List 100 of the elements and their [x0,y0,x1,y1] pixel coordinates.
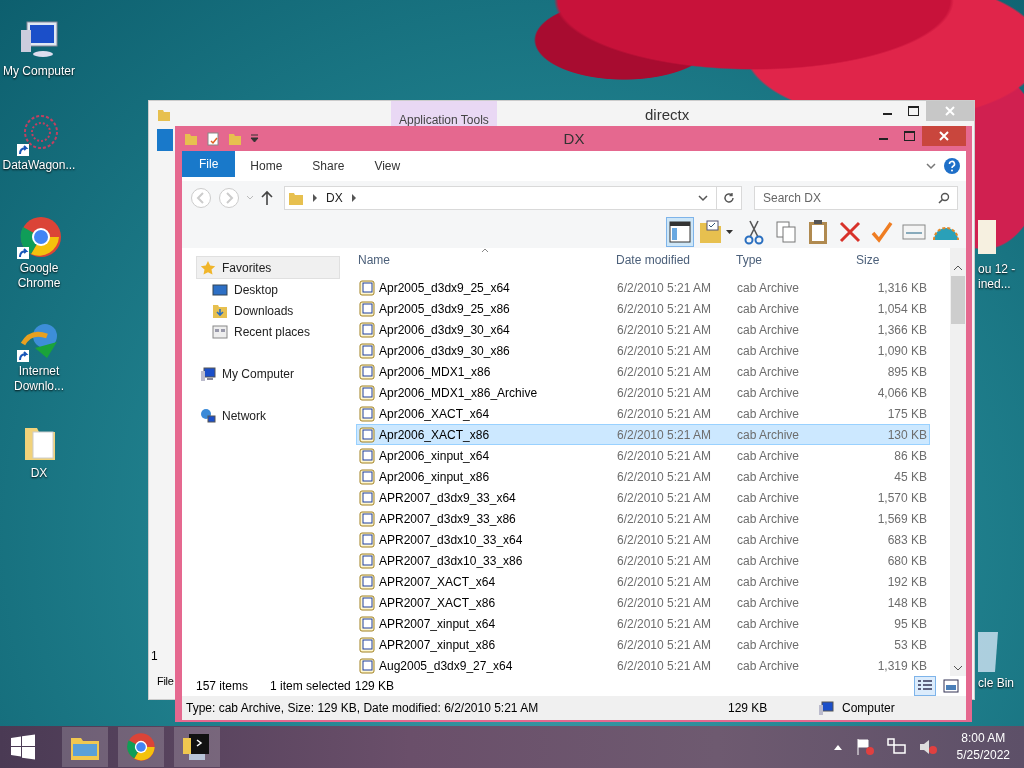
cab-file-icon [359,574,375,590]
file-menu-button[interactable]: File [182,151,236,178]
chevron-down-icon[interactable] [698,194,708,203]
file-row[interactable]: Apr2006_MDX1_x86_Archive 6/2/2010 5:21 AM cab Archive 4,066 KB [356,382,930,404]
nav-item[interactable]: My Computer [196,363,340,385]
date-cell-text: 6/2/2010 5:21 AM [617,302,713,316]
file-row[interactable]: Aug2005_d3dx9_27_x64 6/2/2010 5:21 AM cab Archive 1,319 KB [356,655,930,677]
column-header[interactable]: Date modified [616,253,736,268]
type-cell-text: cab Archive [737,491,801,505]
desktop-icon-label[interactable]: My Computer [0,64,78,79]
chrome-icon[interactable] [17,215,61,259]
search-icon[interactable] [938,192,950,205]
chevron-right-icon[interactable] [312,194,318,203]
close-button[interactable] [922,126,966,146]
nav-item[interactable]: Desktop [182,279,340,301]
size-cell-text: 1,570 KB [876,491,927,505]
size-cell-text: 95 KB [893,617,927,631]
file-row[interactable]: Apr2006_XACT_x86 6/2/2010 5:21 AM cab Archive 130 KB [356,424,930,446]
terminal-button[interactable] [174,727,220,767]
ribbon-tab[interactable]: View [359,151,416,182]
type-cell-text: cab Archive [737,512,801,526]
size-text: 129 KB [728,701,769,716]
file-row[interactable]: Apr2006_d3dx9_30_x86 6/2/2010 5:21 AM cab Archive 1,090 KB [356,340,930,362]
start-button[interactable] [10,734,36,760]
column-header[interactable]: Size [856,253,926,268]
date-cell-text: 6/2/2010 5:21 AM [617,533,713,547]
vertical-scrollbar[interactable] [950,248,966,677]
shortcut-arrow-icon [17,247,29,259]
up-arrow-icon[interactable] [260,190,274,207]
file-name: APR2007_d3dx9_33_x64 [379,491,516,505]
file-row[interactable]: Apr2006_XACT_x64 6/2/2010 5:21 AM cab Archive 175 KB [356,403,930,425]
size-cell-text: 1,319 KB [876,659,927,673]
file-name: APR2007_d3dx10_33_x64 [379,533,523,547]
file-row[interactable]: APR2007_d3dx9_33_x64 6/2/2010 5:21 AM cab Archive 1,570 KB [356,487,930,509]
type-cell-text: cab Archive [737,617,801,631]
desktop-icon-label[interactable]: Google Chrome [0,261,78,291]
ribbon-tab[interactable]: Share [297,151,360,182]
file-name: Apr2006_MDX1_x86 [379,365,491,379]
help-icon[interactable] [944,158,960,175]
breadcrumb[interactable]: DX [326,191,343,206]
nav-item[interactable]: Network [196,405,340,427]
file-explorer-button[interactable] [62,727,108,767]
file-row[interactable]: Apr2005_d3dx9_25_x86 6/2/2010 5:21 AM cab Archive 1,054 KB [356,298,930,320]
selection-text: 1 item selected [270,679,351,694]
show-hidden-icons-button[interactable] [832,744,843,750]
scrollbar-thumb[interactable] [951,276,965,325]
file-row[interactable]: Apr2006_MDX1_x86 6/2/2010 5:21 AM cab Archive 895 KB [356,361,930,383]
file-row[interactable]: APR2007_d3dx9_33_x86 6/2/2010 5:21 AM cab Archive 1,569 KB [356,508,930,530]
scroll-down-icon[interactable] [953,664,963,673]
ribbon-tab[interactable]: Home [235,151,298,182]
date-cell-text: 6/2/2010 5:21 AM [617,470,713,484]
address-field[interactable]: DX [284,186,742,211]
computer-icon [200,366,216,382]
network-art-icon[interactable] [17,112,61,156]
chevron-right-icon[interactable] [350,194,357,203]
file-row[interactable]: APR2007_XACT_x86 6/2/2010 5:21 AM cab Archive 148 KB [356,592,930,614]
window-title: directx [645,106,690,123]
column-header[interactable]: Name [356,253,616,268]
network-icon[interactable] [886,738,907,756]
nav-item[interactable]: Recent places [182,321,340,343]
context-tab[interactable]: Application Tools [391,101,497,129]
caret-down-icon[interactable] [250,134,259,144]
file-row[interactable]: Apr2006_d3dx9_30_x64 6/2/2010 5:21 AM cab Archive 1,366 KB [356,319,930,341]
volume-muted-icon[interactable] [918,738,939,756]
chrome-button[interactable] [118,727,164,767]
preview-pane-button[interactable] [666,217,694,247]
cab-file-icon [359,553,375,569]
file-row[interactable]: Apr2006_xinput_x64 6/2/2010 5:21 AM cab Archive 86 KB [356,445,930,467]
desktop-icon-label[interactable]: cle Bin [978,676,1015,691]
desktop-icon-label[interactable]: Internet Downlo... [0,364,78,394]
size-cell-text: 175 KB [886,407,927,421]
file-row[interactable]: APR2007_d3dx10_33_x64 6/2/2010 5:21 AM cab Archive 683 KB [356,529,930,551]
nav-item[interactable]: Favorites [196,256,340,280]
type-cell-text: cab Archive [737,554,801,568]
file-row[interactable]: Apr2005_d3dx9_25_x64 6/2/2010 5:21 AM cab Archive 1,316 KB [356,277,930,299]
desktop-icon-label[interactable]: DataWagon... [0,158,78,173]
type-cell-text: cab Archive [737,533,801,547]
file-row[interactable]: APR2007_xinput_x64 6/2/2010 5:21 AM cab Archive 95 KB [356,613,930,635]
file-row[interactable]: APR2007_XACT_x64 6/2/2010 5:21 AM cab Archive 192 KB [356,571,930,593]
scroll-up-icon[interactable] [953,264,963,273]
details-view-button[interactable] [914,676,936,697]
chevron-down-icon[interactable] [926,162,936,171]
file-row[interactable]: APR2007_xinput_x86 6/2/2010 5:21 AM cab Archive 53 KB [356,634,930,656]
clock-time[interactable]: 8:00 AM [961,730,1006,747]
nav-item[interactable]: Downloads [182,300,340,322]
item-count-text: 1 [151,649,158,663]
clock-date[interactable]: 5/25/2022 [956,747,1010,764]
flag-icon[interactable] [854,738,875,756]
date-cell-text: 6/2/2010 5:21 AM [617,449,713,463]
cab-file-icon [359,448,375,464]
column-header[interactable]: Type [736,253,856,268]
desktop-icon-label[interactable]: DX [0,466,78,481]
size-cell-text: 1,054 KB [876,302,927,316]
file-menu-text[interactable]: File [157,675,174,687]
properties-icon[interactable] [206,131,220,146]
close-icon [945,106,955,116]
file-row[interactable]: APR2007_d3dx10_33_x86 6/2/2010 5:21 AM cab Archive 680 KB [356,550,930,572]
file-row[interactable]: Apr2006_xinput_x86 6/2/2010 5:21 AM cab Archive 45 KB [356,466,930,488]
desktop-icon-label[interactable]: ou 12 - ined... [978,262,1016,292]
search-field[interactable]: Search DX [754,186,958,211]
